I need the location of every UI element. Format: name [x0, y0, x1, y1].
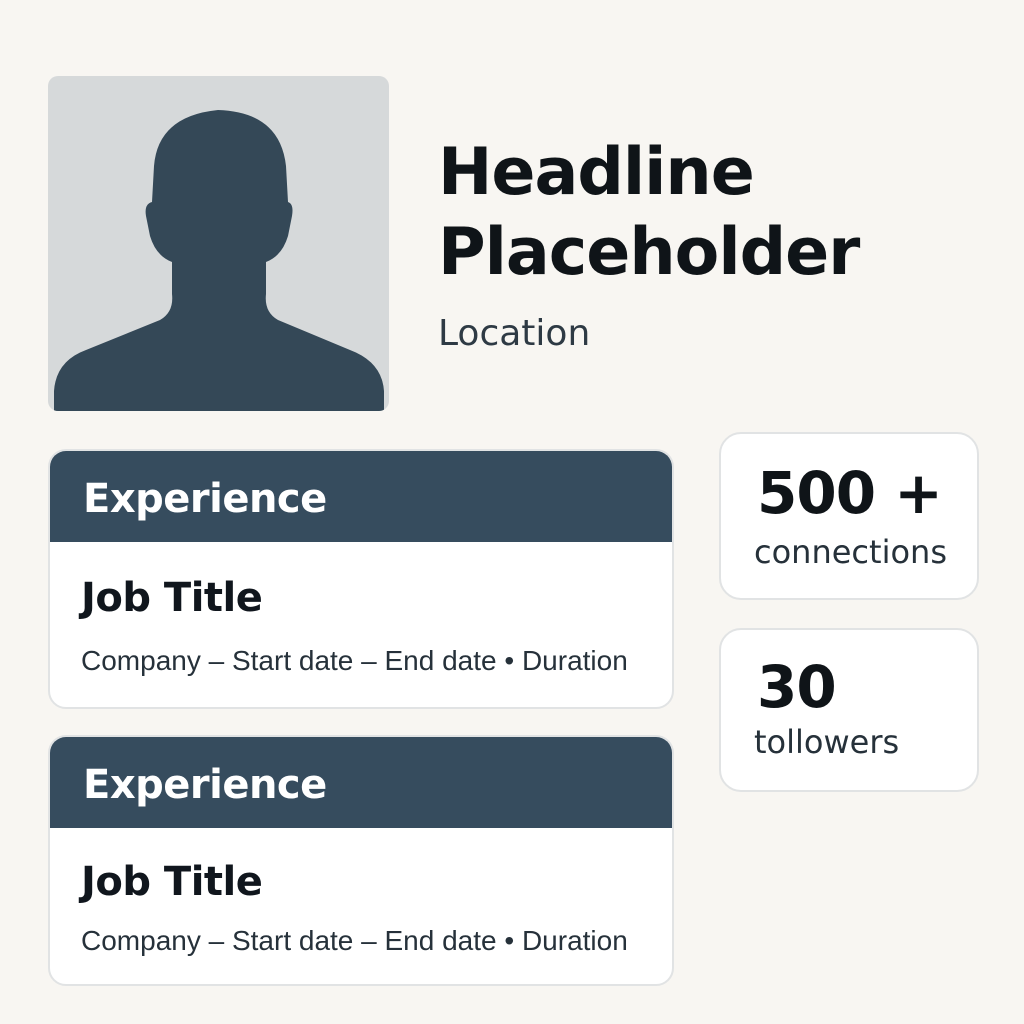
job-title: Job Title — [81, 575, 263, 621]
job-title: Job Title — [81, 859, 263, 905]
followers-label: tollowers — [754, 723, 900, 761]
experience-section-header: Experience — [50, 737, 672, 828]
followers-count: 30 — [757, 653, 837, 721]
experience-card[interactable]: Experience Job Title Company – Start dat… — [48, 449, 674, 709]
job-meta: Company – Start date – End date • Durati… — [81, 925, 628, 956]
connections-count: 500 + — [757, 459, 943, 527]
followers-stat-card[interactable]: 30 tollowers — [719, 628, 979, 792]
experience-section-header: Experience — [50, 451, 672, 542]
job-meta: Company – Start date – End date • Durati… — [81, 645, 628, 676]
person-silhouette-icon — [54, 110, 384, 411]
profile-avatar[interactable] — [48, 76, 389, 411]
connections-label: connections — [754, 533, 947, 571]
profile-headline: Headline Placeholder — [438, 135, 860, 290]
profile-location: Location — [438, 313, 591, 354]
connections-stat-card[interactable]: 500 + connections — [719, 432, 979, 600]
experience-card[interactable]: Experience Job Title Company – Start dat… — [48, 735, 674, 986]
